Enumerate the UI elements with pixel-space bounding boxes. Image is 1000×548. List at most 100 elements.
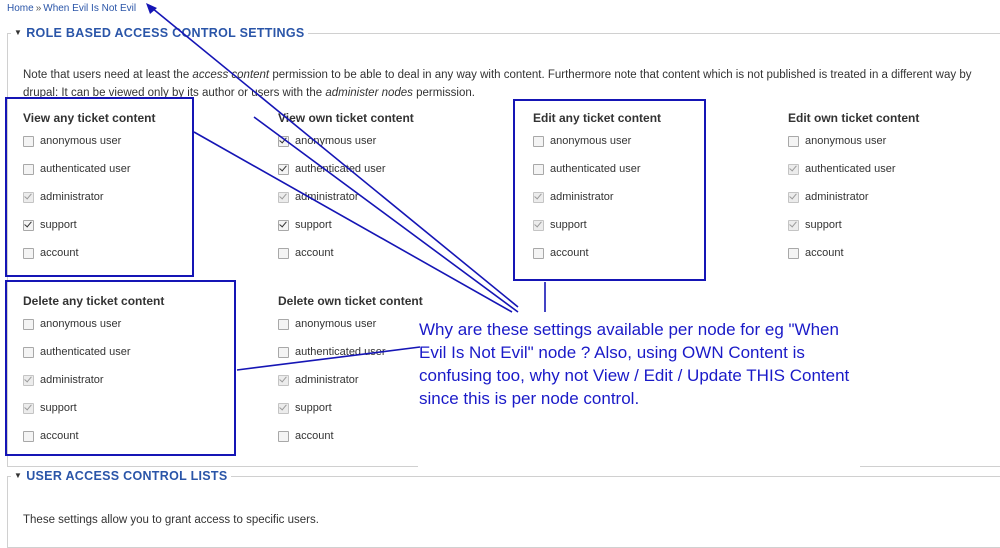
permission-option-label: support xyxy=(295,219,332,231)
permission-option[interactable]: administrator xyxy=(788,183,1000,211)
permission-option[interactable]: anonymous user xyxy=(788,127,1000,155)
user-access-fieldset: ▼ USER ACCESS CONTROL LISTS These setting… xyxy=(7,469,1000,548)
permission-option-label: administrator xyxy=(295,191,359,203)
checkbox-icon[interactable] xyxy=(278,220,289,231)
permission-option-label: authenticated user xyxy=(295,346,386,358)
permission-option[interactable]: authenticated user xyxy=(533,155,763,183)
permission-option[interactable]: account xyxy=(278,239,508,267)
user-access-legend[interactable]: ▼ USER ACCESS CONTROL LISTS xyxy=(11,469,231,483)
permission-option[interactable]: support xyxy=(278,211,508,239)
checkbox-icon xyxy=(788,164,799,175)
permission-option-label: anonymous user xyxy=(295,318,377,330)
checkbox-icon[interactable] xyxy=(533,164,544,175)
breadcrumb-home-link[interactable]: Home xyxy=(7,3,34,14)
checkbox-icon[interactable] xyxy=(23,136,34,147)
role-access-legend[interactable]: ▼ ROLE BASED ACCESS CONTROL SETTINGS xyxy=(11,26,308,40)
role-access-title: ROLE BASED ACCESS CONTROL SETTINGS xyxy=(26,26,305,40)
permission-option[interactable]: anonymous user xyxy=(278,127,508,155)
checkbox-icon xyxy=(278,192,289,203)
breadcrumb-separator: » xyxy=(35,3,42,14)
checkbox-icon[interactable] xyxy=(23,319,34,330)
checkbox-icon[interactable] xyxy=(278,347,289,358)
permission-option-label: administrator xyxy=(295,374,359,386)
permission-option[interactable]: authenticated user xyxy=(23,155,253,183)
desc-text: Note that users need at least the xyxy=(23,69,193,81)
permission-option[interactable]: account xyxy=(788,239,1000,267)
checkbox-icon xyxy=(788,220,799,231)
permission-group-title: Delete any ticket content xyxy=(23,294,165,308)
permission-option[interactable]: administrator xyxy=(23,366,253,394)
checkbox-icon[interactable] xyxy=(278,319,289,330)
permission-option-label: account xyxy=(295,247,334,259)
permission-option[interactable]: administrator xyxy=(533,183,763,211)
permission-option[interactable]: authenticated user xyxy=(23,338,253,366)
breadcrumb: Home» When Evil Is Not Evil xyxy=(7,3,136,14)
checkbox-icon[interactable] xyxy=(23,248,34,259)
permission-group-view-own: View own ticket content anonymous user aut… xyxy=(278,110,508,267)
permission-option-label: support xyxy=(805,219,842,231)
permission-option-label: support xyxy=(40,402,77,414)
checkbox-icon[interactable] xyxy=(788,136,799,147)
permission-option[interactable]: account xyxy=(23,422,253,450)
permission-option[interactable]: anonymous user xyxy=(23,310,253,338)
permission-option-label: anonymous user xyxy=(40,318,122,330)
breadcrumb-current-link[interactable]: When Evil Is Not Evil xyxy=(43,3,136,14)
permission-option[interactable]: account xyxy=(533,239,763,267)
checkbox-icon[interactable] xyxy=(23,164,34,175)
permission-option-label: support xyxy=(40,219,77,231)
desc-emphasis: administer nodes xyxy=(325,87,413,99)
user-access-title: USER ACCESS CONTROL LISTS xyxy=(26,469,228,483)
permission-option[interactable]: administrator xyxy=(23,183,253,211)
checkbox-icon[interactable] xyxy=(533,136,544,147)
desc-text: permission. xyxy=(412,87,475,99)
permission-option[interactable]: administrator xyxy=(278,183,508,211)
permission-option-label: anonymous user xyxy=(550,135,632,147)
permission-option-label: anonymous user xyxy=(40,135,122,147)
permission-option[interactable]: authenticated user xyxy=(788,155,1000,183)
checkbox-icon[interactable] xyxy=(278,164,289,175)
checkbox-icon xyxy=(278,375,289,386)
checkbox-icon[interactable] xyxy=(788,248,799,259)
checkbox-icon[interactable] xyxy=(23,220,34,231)
checkbox-icon xyxy=(533,192,544,203)
permission-option-label: account xyxy=(550,247,589,259)
checkbox-icon xyxy=(278,403,289,414)
permission-option[interactable]: support xyxy=(533,211,763,239)
checkbox-icon xyxy=(533,220,544,231)
checkbox-icon[interactable] xyxy=(23,431,34,442)
permission-option[interactable]: support xyxy=(23,394,253,422)
permission-group-title: Delete own ticket content xyxy=(278,294,423,308)
permission-option[interactable]: support xyxy=(788,211,1000,239)
checkbox-icon xyxy=(23,192,34,203)
permission-option-label: authenticated user xyxy=(40,163,131,175)
permission-group-delete-any: Delete any ticket content anonymous user a… xyxy=(23,293,253,450)
permission-option-label: account xyxy=(40,247,79,259)
permission-group-edit-any: Edit any ticket content anonymous user aut… xyxy=(533,110,763,267)
triangle-down-icon[interactable]: ▼ xyxy=(14,28,22,37)
checkbox-icon xyxy=(788,192,799,203)
desc-emphasis: access content xyxy=(192,69,270,81)
permission-option-label: account xyxy=(40,430,79,442)
checkbox-icon[interactable] xyxy=(278,136,289,147)
permission-option[interactable]: authenticated user xyxy=(278,155,508,183)
checkbox-icon[interactable] xyxy=(278,248,289,259)
permission-option-label: administrator xyxy=(40,374,104,386)
permission-option[interactable]: anonymous user xyxy=(23,127,253,155)
permission-option-label: account xyxy=(805,247,844,259)
permission-group-title: Edit own ticket content xyxy=(788,111,920,125)
checkbox-icon[interactable] xyxy=(23,347,34,358)
permission-option-label: authenticated user xyxy=(295,163,386,175)
triangle-down-icon[interactable]: ▼ xyxy=(14,471,22,480)
permission-option-label: anonymous user xyxy=(295,135,377,147)
permission-option[interactable]: anonymous user xyxy=(533,127,763,155)
checkbox-icon[interactable] xyxy=(533,248,544,259)
permission-option-label: account xyxy=(295,430,334,442)
permission-option[interactable]: support xyxy=(23,211,253,239)
permission-option-label: support xyxy=(295,402,332,414)
permission-option-label: authenticated user xyxy=(40,346,131,358)
checkbox-icon[interactable] xyxy=(278,431,289,442)
permission-group-title: View any ticket content xyxy=(23,111,156,125)
annotation-text: Why are these settings available per nod… xyxy=(419,320,850,408)
permission-option-label: authenticated user xyxy=(805,163,896,175)
permission-option[interactable]: account xyxy=(23,239,253,267)
